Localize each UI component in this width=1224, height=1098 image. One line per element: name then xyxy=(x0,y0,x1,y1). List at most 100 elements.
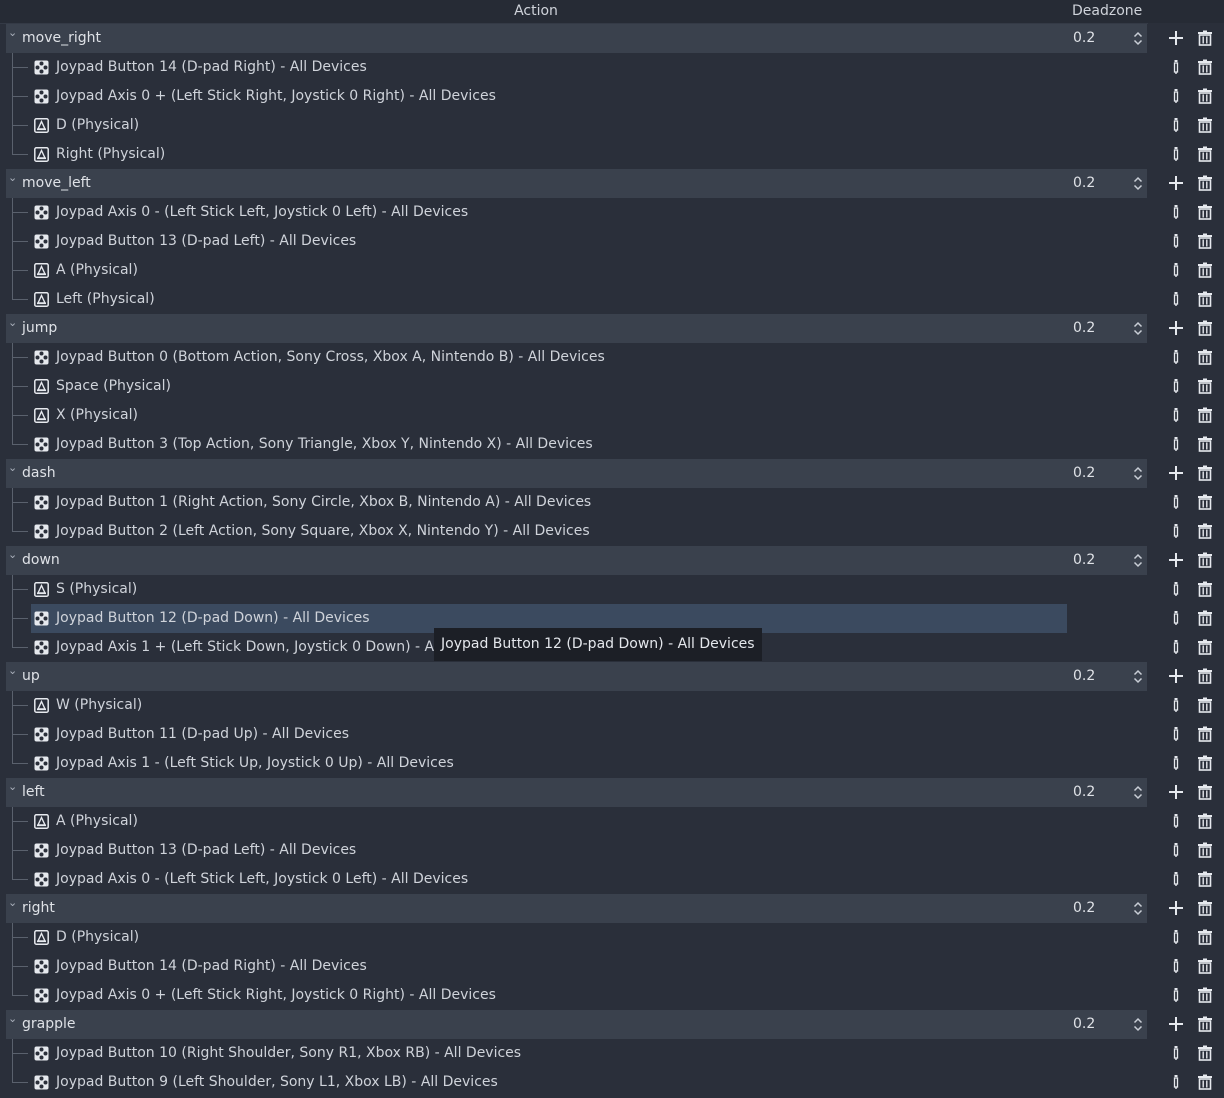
trash-icon[interactable] xyxy=(1195,666,1215,686)
trash-icon[interactable] xyxy=(1195,202,1215,222)
event-row[interactable]: Joypad Axis 0 - (Left Stick Left, Joysti… xyxy=(0,198,1224,227)
event-row[interactable]: Joypad Button 14 (D-pad Right) - All Dev… xyxy=(0,952,1224,981)
trash-icon[interactable] xyxy=(1195,28,1215,48)
plus-icon[interactable] xyxy=(1166,666,1186,686)
edit-icon[interactable] xyxy=(1166,1043,1186,1063)
event-row[interactable]: S (Physical) xyxy=(0,575,1224,604)
chevron-down-icon[interactable]: ⌄ xyxy=(8,1012,18,1026)
chevron-down-icon[interactable]: ⌄ xyxy=(8,171,18,185)
deadzone-value[interactable]: 0.2 xyxy=(1073,1010,1095,1039)
event-row[interactable]: Joypad Button 10 (Right Shoulder, Sony R… xyxy=(0,1039,1224,1068)
edit-icon[interactable] xyxy=(1166,202,1186,222)
deadzone-value[interactable]: 0.2 xyxy=(1073,778,1095,807)
event-row[interactable]: Space (Physical) xyxy=(0,372,1224,401)
trash-icon[interactable] xyxy=(1195,347,1215,367)
plus-icon[interactable] xyxy=(1166,463,1186,483)
event-row[interactable]: Joypad Button 2 (Left Action, Sony Squar… xyxy=(0,517,1224,546)
edit-icon[interactable] xyxy=(1166,579,1186,599)
trash-icon[interactable] xyxy=(1195,724,1215,744)
plus-icon[interactable] xyxy=(1166,173,1186,193)
plus-icon[interactable] xyxy=(1166,318,1186,338)
trash-icon[interactable] xyxy=(1195,405,1215,425)
event-row[interactable]: D (Physical) xyxy=(0,923,1224,952)
trash-icon[interactable] xyxy=(1195,550,1215,570)
trash-icon[interactable] xyxy=(1195,898,1215,918)
event-row[interactable]: Joypad Button 3 (Top Action, Sony Triang… xyxy=(0,430,1224,459)
trash-icon[interactable] xyxy=(1195,811,1215,831)
chevron-down-icon[interactable]: ⌄ xyxy=(8,26,18,40)
trash-icon[interactable] xyxy=(1195,115,1215,135)
action-row-move_right[interactable]: ⌄ move_right 0.2 xyxy=(0,24,1224,53)
event-row[interactable]: X (Physical) xyxy=(0,401,1224,430)
trash-icon[interactable] xyxy=(1195,927,1215,947)
edit-icon[interactable] xyxy=(1166,86,1186,106)
deadzone-value[interactable]: 0.2 xyxy=(1073,169,1095,198)
trash-icon[interactable] xyxy=(1195,260,1215,280)
edit-icon[interactable] xyxy=(1166,144,1186,164)
edit-icon[interactable] xyxy=(1166,985,1186,1005)
edit-icon[interactable] xyxy=(1166,1072,1186,1092)
action-row-dash[interactable]: ⌄ dash 0.2 xyxy=(0,459,1224,488)
edit-icon[interactable] xyxy=(1166,115,1186,135)
trash-icon[interactable] xyxy=(1195,782,1215,802)
chevron-down-icon[interactable]: ⌄ xyxy=(8,548,18,562)
edit-icon[interactable] xyxy=(1166,753,1186,773)
plus-icon[interactable] xyxy=(1166,1014,1186,1034)
trash-icon[interactable] xyxy=(1195,376,1215,396)
spinbox-arrows-icon[interactable] xyxy=(1133,785,1143,800)
action-row-grapple[interactable]: ⌄ grapple 0.2 xyxy=(0,1010,1224,1039)
trash-icon[interactable] xyxy=(1195,173,1215,193)
event-row[interactable]: Joypad Button 1 (Right Action, Sony Circ… xyxy=(0,488,1224,517)
trash-icon[interactable] xyxy=(1195,695,1215,715)
trash-icon[interactable] xyxy=(1195,318,1215,338)
edit-icon[interactable] xyxy=(1166,811,1186,831)
edit-icon[interactable] xyxy=(1166,521,1186,541)
deadzone-value[interactable]: 0.2 xyxy=(1073,662,1095,691)
event-row[interactable]: Joypad Axis 0 + (Left Stick Right, Joyst… xyxy=(0,82,1224,111)
trash-icon[interactable] xyxy=(1195,1043,1215,1063)
edit-icon[interactable] xyxy=(1166,492,1186,512)
deadzone-value[interactable]: 0.2 xyxy=(1073,314,1095,343)
event-row[interactable]: D (Physical) xyxy=(0,111,1224,140)
deadzone-value[interactable]: 0.2 xyxy=(1073,894,1095,923)
edit-icon[interactable] xyxy=(1166,231,1186,251)
deadzone-value[interactable]: 0.2 xyxy=(1073,24,1095,53)
trash-icon[interactable] xyxy=(1195,231,1215,251)
chevron-down-icon[interactable]: ⌄ xyxy=(8,316,18,330)
deadzone-value[interactable]: 0.2 xyxy=(1073,546,1095,575)
chevron-down-icon[interactable]: ⌄ xyxy=(8,896,18,910)
trash-icon[interactable] xyxy=(1195,956,1215,976)
event-row[interactable]: A (Physical) xyxy=(0,807,1224,836)
action-row-down[interactable]: ⌄ down 0.2 xyxy=(0,546,1224,575)
trash-icon[interactable] xyxy=(1195,492,1215,512)
edit-icon[interactable] xyxy=(1166,869,1186,889)
trash-icon[interactable] xyxy=(1195,521,1215,541)
event-row[interactable]: Right (Physical) xyxy=(0,140,1224,169)
plus-icon[interactable] xyxy=(1166,898,1186,918)
trash-icon[interactable] xyxy=(1195,463,1215,483)
edit-icon[interactable] xyxy=(1166,57,1186,77)
action-row-up[interactable]: ⌄ up 0.2 xyxy=(0,662,1224,691)
trash-icon[interactable] xyxy=(1195,608,1215,628)
edit-icon[interactable] xyxy=(1166,289,1186,309)
trash-icon[interactable] xyxy=(1195,434,1215,454)
event-row[interactable]: Left (Physical) xyxy=(0,285,1224,314)
event-row[interactable]: A (Physical) xyxy=(0,256,1224,285)
trash-icon[interactable] xyxy=(1195,985,1215,1005)
edit-icon[interactable] xyxy=(1166,724,1186,744)
edit-icon[interactable] xyxy=(1166,695,1186,715)
event-row[interactable]: Joypad Button 11 (D-pad Up) - All Device… xyxy=(0,720,1224,749)
event-row[interactable]: Joypad Axis 1 - (Left Stick Up, Joystick… xyxy=(0,749,1224,778)
trash-icon[interactable] xyxy=(1195,57,1215,77)
chevron-down-icon[interactable]: ⌄ xyxy=(8,461,18,475)
event-row[interactable]: Joypad Axis 0 - (Left Stick Left, Joysti… xyxy=(0,865,1224,894)
edit-icon[interactable] xyxy=(1166,434,1186,454)
action-row-move_left[interactable]: ⌄ move_left 0.2 xyxy=(0,169,1224,198)
event-row[interactable]: Joypad Button 13 (D-pad Left) - All Devi… xyxy=(0,836,1224,865)
event-row[interactable]: Joypad Button 14 (D-pad Right) - All Dev… xyxy=(0,53,1224,82)
trash-icon[interactable] xyxy=(1195,289,1215,309)
spinbox-arrows-icon[interactable] xyxy=(1133,321,1143,336)
trash-icon[interactable] xyxy=(1195,753,1215,773)
trash-icon[interactable] xyxy=(1195,144,1215,164)
plus-icon[interactable] xyxy=(1166,550,1186,570)
